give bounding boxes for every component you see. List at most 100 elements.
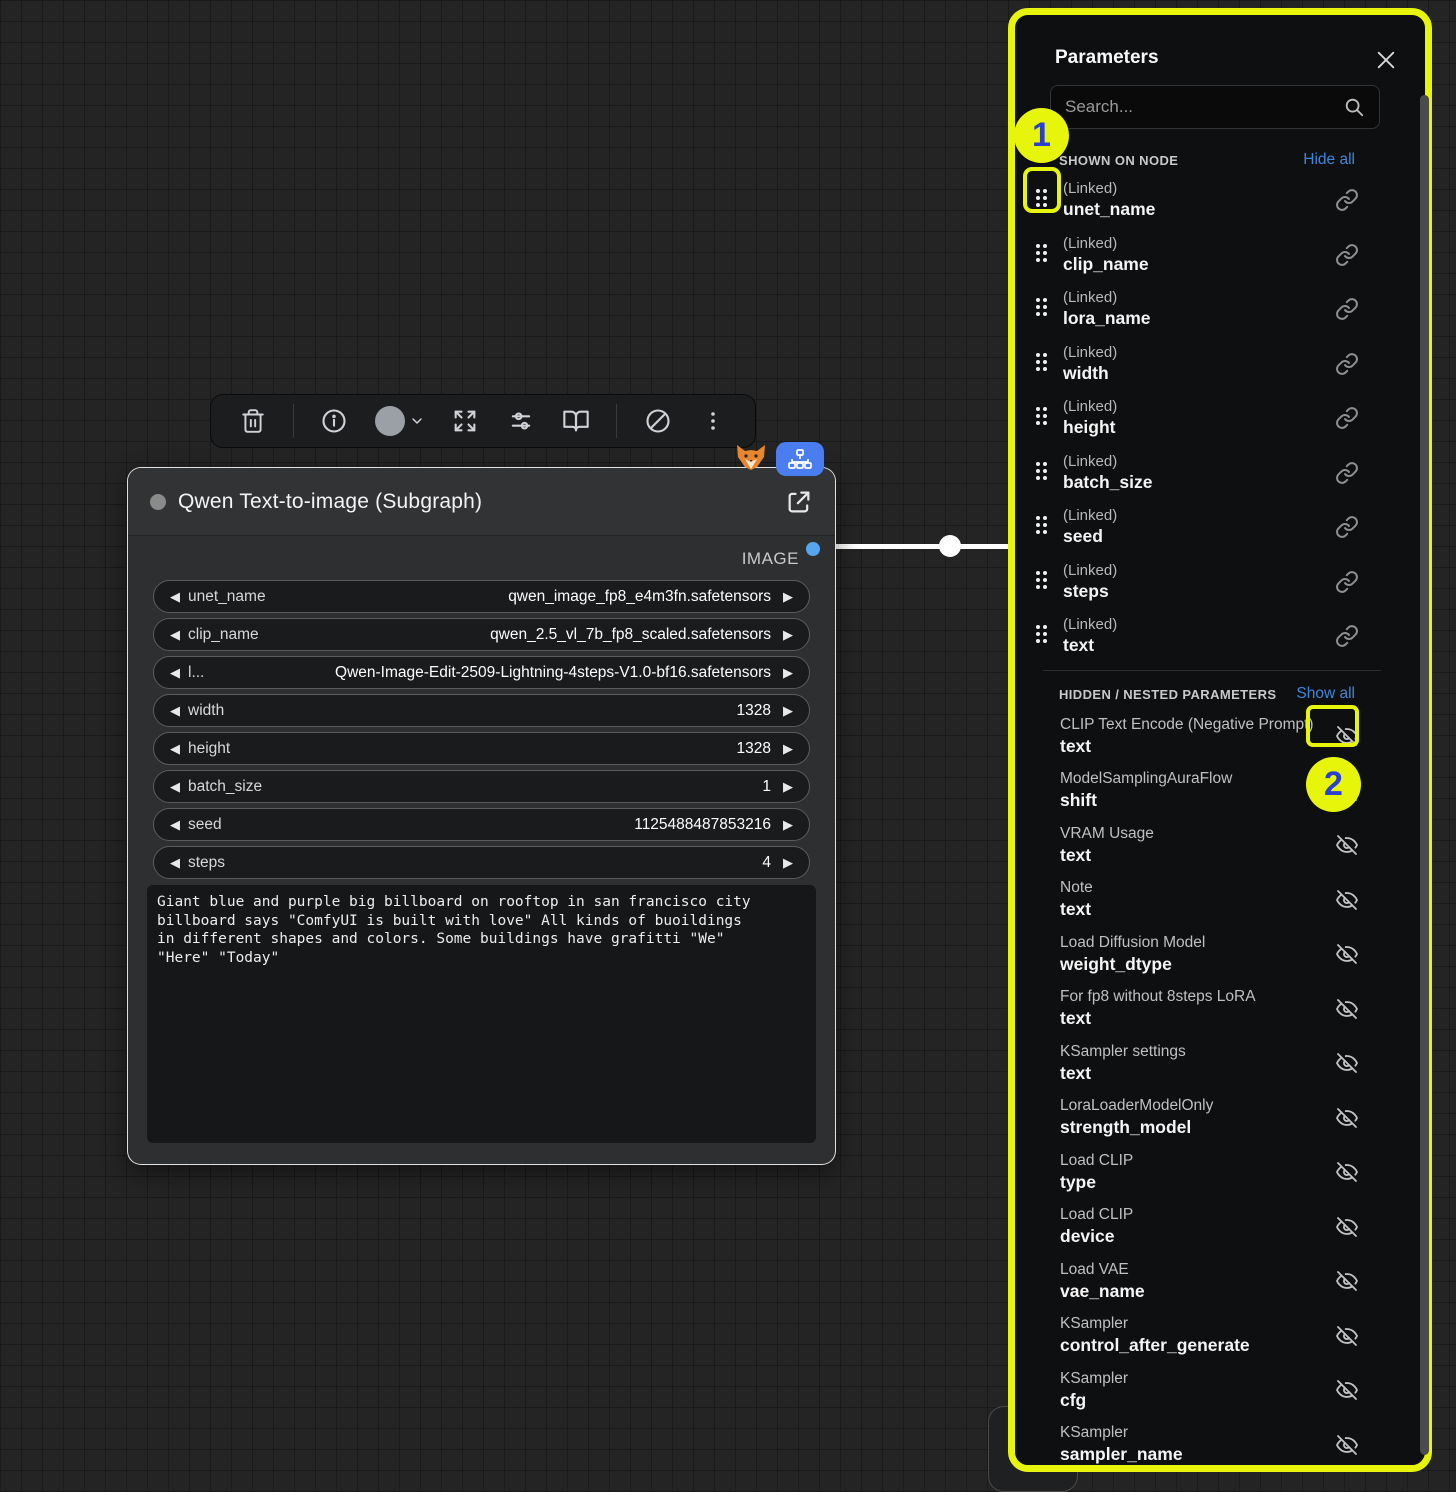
link-icon[interactable] <box>1335 188 1359 212</box>
decrement-arrow-icon[interactable]: ◀ <box>166 741 184 757</box>
hidden-parameter-item[interactable]: VRAM Usage text <box>1029 818 1359 873</box>
eye-off-icon[interactable] <box>1335 1269 1359 1293</box>
link-icon[interactable] <box>1335 570 1359 594</box>
hidden-parameter-item[interactable]: KSampler sampler_name <box>1029 1418 1359 1473</box>
hidden-parameter-item[interactable]: Load CLIP device <box>1029 1200 1359 1255</box>
increment-arrow-icon[interactable]: ▶ <box>779 855 797 871</box>
hidden-parameter-item[interactable]: Load VAE vae_name <box>1029 1254 1359 1309</box>
increment-arrow-icon[interactable]: ▶ <box>779 817 797 833</box>
hidden-parameter-item[interactable]: KSampler settings text <box>1029 1036 1359 1091</box>
eye-off-icon[interactable] <box>1335 888 1359 912</box>
link-midpoint-dot[interactable] <box>939 535 961 557</box>
eye-off-icon[interactable] <box>1335 1160 1359 1184</box>
eye-off-icon[interactable] <box>1335 1324 1359 1348</box>
link-icon[interactable] <box>1335 515 1359 539</box>
decrement-arrow-icon[interactable]: ◀ <box>166 817 184 833</box>
shown-parameter-item[interactable]: (Linked) steps <box>1029 555 1359 610</box>
drag-handle-icon[interactable] <box>1036 625 1050 647</box>
search-input[interactable] <box>1065 97 1343 117</box>
link-icon[interactable] <box>1335 243 1359 267</box>
link-icon[interactable] <box>1335 406 1359 430</box>
subgraph-badge-button[interactable] <box>776 442 824 476</box>
link-icon[interactable] <box>1335 461 1359 485</box>
qwen-subgraph-node[interactable]: Qwen Text-to-image (Subgraph) IMAGE ◀ un… <box>127 467 836 1165</box>
more-kebab-icon[interactable] <box>698 406 728 436</box>
open-subgraph-icon[interactable] <box>785 488 813 516</box>
drag-handle-icon[interactable] <box>1036 462 1050 484</box>
eye-off-icon[interactable] <box>1335 997 1359 1021</box>
shown-parameter-item[interactable]: (Linked) lora_name <box>1029 282 1359 337</box>
decrement-arrow-icon[interactable]: ◀ <box>166 703 184 719</box>
increment-arrow-icon[interactable]: ▶ <box>779 665 797 681</box>
drag-handle-icon[interactable] <box>1036 571 1050 593</box>
eye-off-icon[interactable] <box>1335 942 1359 966</box>
docs-book-icon[interactable] <box>561 406 591 436</box>
increment-arrow-icon[interactable]: ▶ <box>779 589 797 605</box>
node-header[interactable]: Qwen Text-to-image (Subgraph) <box>128 468 835 536</box>
hidden-parameter-item[interactable]: Load CLIP type <box>1029 1145 1359 1200</box>
decrement-arrow-icon[interactable]: ◀ <box>166 855 184 871</box>
decrement-arrow-icon[interactable]: ◀ <box>166 779 184 795</box>
drag-handle-icon[interactable] <box>1036 298 1050 320</box>
decrement-arrow-icon[interactable]: ◀ <box>166 589 184 605</box>
eye-off-icon[interactable] <box>1335 1215 1359 1239</box>
eye-off-icon[interactable] <box>1335 833 1359 857</box>
hidden-parameter-item[interactable]: LoraLoaderModelOnly strength_model <box>1029 1091 1359 1146</box>
node-color-picker[interactable] <box>375 406 425 436</box>
eye-off-icon[interactable] <box>1335 1106 1359 1130</box>
widget-row[interactable]: ◀ steps 4 ▶ <box>153 846 810 879</box>
widget-row[interactable]: ◀ width 1328 ▶ <box>153 694 810 727</box>
widget-row[interactable]: ◀ seed 1125488487853216 ▶ <box>153 808 810 841</box>
drag-handle-icon[interactable] <box>1036 516 1050 538</box>
widget-row[interactable]: ◀ clip_name qwen_2.5_vl_7b_fp8_scaled.sa… <box>153 618 810 651</box>
shown-parameter-item[interactable]: (Linked) text <box>1029 609 1359 664</box>
close-icon[interactable] <box>1375 49 1397 71</box>
shown-parameter-item[interactable]: (Linked) unet_name <box>1029 173 1359 228</box>
increment-arrow-icon[interactable]: ▶ <box>779 779 797 795</box>
search-box[interactable] <box>1050 85 1380 129</box>
eye-off-icon[interactable] <box>1335 1378 1359 1402</box>
node-title: Qwen Text-to-image (Subgraph) <box>178 490 482 514</box>
hidden-parameter-item[interactable]: For fp8 without 8steps LoRA text <box>1029 982 1359 1037</box>
hidden-parameter-item[interactable]: Load Diffusion Model weight_dtype <box>1029 927 1359 982</box>
drag-handle-icon[interactable] <box>1036 244 1050 266</box>
settings-sliders-icon[interactable] <box>506 406 536 436</box>
widget-row[interactable]: ◀ height 1328 ▶ <box>153 732 810 765</box>
color-circle[interactable] <box>375 406 405 436</box>
decrement-arrow-icon[interactable]: ◀ <box>166 627 184 643</box>
hidden-parameter-item[interactable]: KSampler control_after_generate <box>1029 1309 1359 1364</box>
increment-arrow-icon[interactable]: ▶ <box>779 703 797 719</box>
hide-all-link[interactable]: Hide all <box>1303 151 1355 169</box>
shown-parameter-item[interactable]: (Linked) width <box>1029 337 1359 392</box>
drag-handle-icon[interactable] <box>1036 353 1050 375</box>
eye-off-icon[interactable] <box>1335 1433 1359 1457</box>
trash-icon[interactable] <box>238 406 268 436</box>
shown-parameter-item[interactable]: (Linked) batch_size <box>1029 446 1359 501</box>
show-all-link[interactable]: Show all <box>1296 685 1355 703</box>
eye-off-icon[interactable] <box>1335 1051 1359 1075</box>
panel-scrollbar[interactable] <box>1420 95 1429 1455</box>
shown-parameter-item[interactable]: (Linked) seed <box>1029 500 1359 555</box>
widget-row[interactable]: ◀ batch_size 1 ▶ <box>153 770 810 803</box>
increment-arrow-icon[interactable]: ▶ <box>779 627 797 643</box>
image-output-port[interactable] <box>806 542 820 556</box>
shown-parameter-item[interactable]: (Linked) height <box>1029 391 1359 446</box>
link-icon[interactable] <box>1335 297 1359 321</box>
widget-name: batch_size <box>188 778 262 796</box>
increment-arrow-icon[interactable]: ▶ <box>779 741 797 757</box>
info-icon[interactable] <box>319 406 349 436</box>
drag-handle-icon[interactable] <box>1036 407 1050 429</box>
shown-parameter-item[interactable]: (Linked) clip_name <box>1029 228 1359 283</box>
bypass-ban-icon[interactable] <box>643 406 673 436</box>
link-icon[interactable] <box>1335 352 1359 376</box>
widget-row[interactable]: ◀ l... Qwen-Image-Edit-2509-Lightning-4s… <box>153 656 810 689</box>
prompt-textarea[interactable]: Giant blue and purple big billboard on r… <box>147 885 816 1143</box>
fit-view-icon[interactable] <box>450 406 480 436</box>
linked-tag: (Linked) <box>1063 343 1117 362</box>
hidden-parameter-item[interactable]: KSampler cfg <box>1029 1363 1359 1418</box>
widget-row[interactable]: ◀ unet_name qwen_image_fp8_e4m3fn.safete… <box>153 580 810 613</box>
widget-name: unet_name <box>188 588 266 606</box>
link-icon[interactable] <box>1335 624 1359 648</box>
decrement-arrow-icon[interactable]: ◀ <box>166 665 184 681</box>
hidden-parameter-item[interactable]: Note text <box>1029 873 1359 928</box>
